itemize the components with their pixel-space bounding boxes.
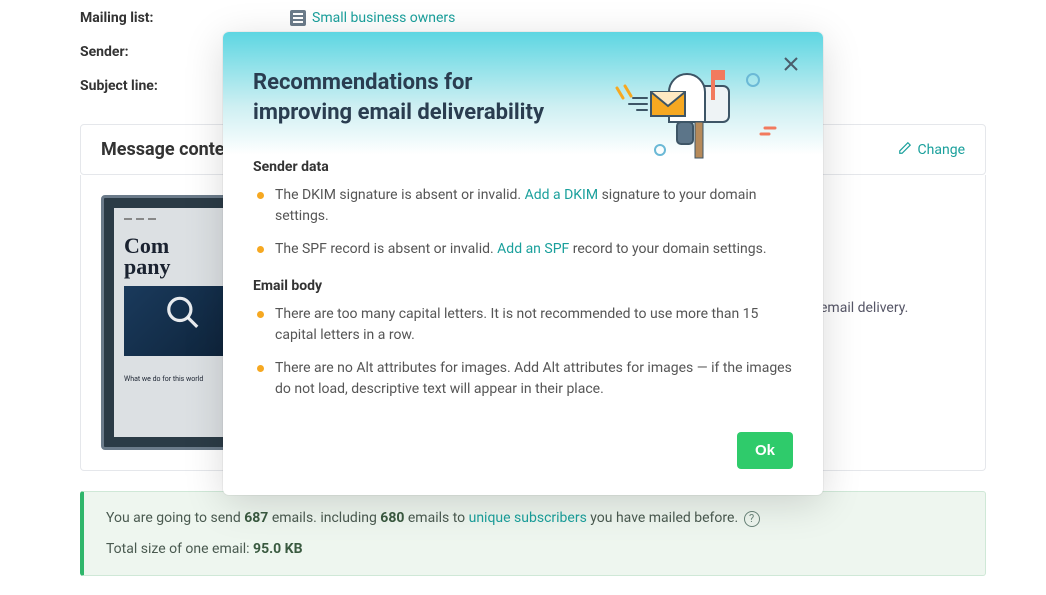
summary-line2: Total size of one email: 95.0 KB — [106, 541, 963, 557]
change-link[interactable]: Change — [898, 141, 965, 159]
modal-body: Sender data The DKIM signature is absent… — [223, 155, 823, 432]
change-label: Change — [918, 142, 965, 158]
close-button[interactable] — [779, 52, 803, 76]
help-icon[interactable]: ? — [744, 511, 760, 527]
mailbox-illustration — [613, 50, 793, 170]
modal-header: Recommendations for improving email deli… — [223, 32, 823, 155]
email-size: 95.0 KB — [253, 541, 302, 557]
list-icon — [290, 10, 306, 26]
add-dkim-link[interactable]: Add a DKIM — [525, 187, 599, 203]
email-body-list: There are too many capital letters. It i… — [253, 304, 793, 400]
delivery-tip-tail: email delivery. — [820, 300, 908, 316]
pencil-icon — [898, 141, 912, 159]
subscribers-count: 680 — [380, 510, 404, 526]
add-spf-link[interactable]: Add an SPF — [497, 241, 569, 257]
spf-item: The SPF record is absent or invalid. Add… — [253, 239, 793, 260]
section-title: Message content — [101, 139, 241, 160]
magnify-icon — [164, 293, 202, 335]
modal-footer: Ok — [223, 432, 823, 495]
summary-box: You are going to send 687 emails. includ… — [80, 491, 986, 576]
email-body-heading: Email body — [253, 278, 793, 294]
modal-title: Recommendations for improving email deli… — [253, 68, 573, 127]
field-mailing-list: Mailing list: Small business owners — [80, 10, 986, 26]
ok-button[interactable]: Ok — [737, 432, 793, 469]
summary-line1: You are going to send 687 emails. includ… — [106, 510, 963, 527]
caps-item: There are too many capital letters. It i… — [253, 304, 793, 346]
dkim-item: The DKIM signature is absent or invalid.… — [253, 185, 793, 227]
deliverability-modal: Recommendations for improving email deli… — [223, 32, 823, 495]
mailing-list-link[interactable]: Small business owners — [290, 10, 455, 26]
unique-subscribers-link[interactable]: unique subscribers — [469, 510, 587, 526]
emails-count: 687 — [244, 510, 268, 526]
alt-item: There are no Alt attributes for images. … — [253, 358, 793, 400]
close-icon — [783, 56, 799, 72]
sender-data-list: The DKIM signature is absent or invalid.… — [253, 185, 793, 260]
mailing-list-value: Small business owners — [312, 10, 455, 26]
mailing-list-label: Mailing list: — [80, 10, 290, 26]
